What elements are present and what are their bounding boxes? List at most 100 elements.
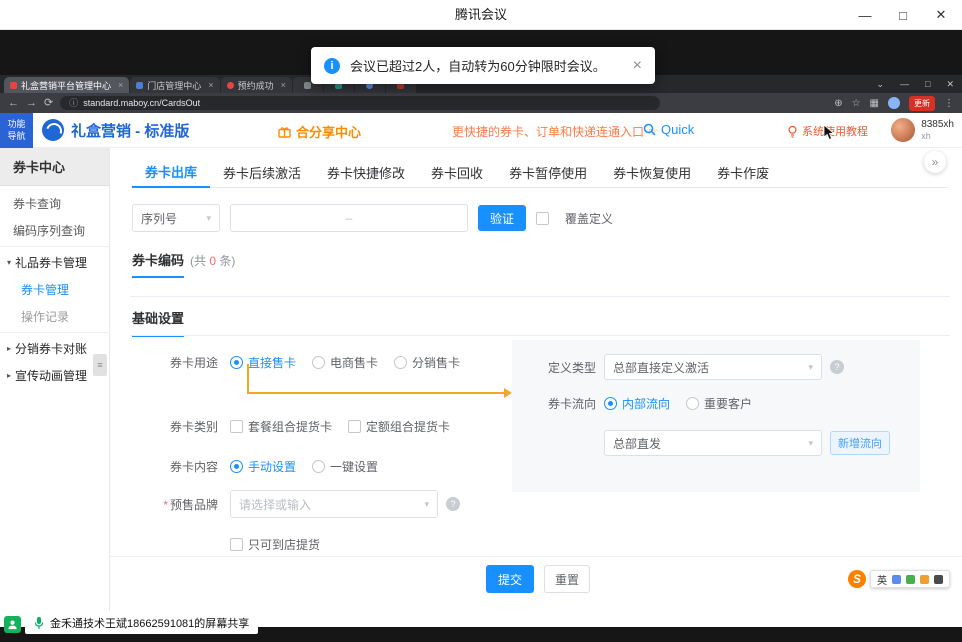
browser-tab-1[interactable]: 礼盒营销平台管理中心 × [4,77,129,93]
flow-select[interactable]: 总部直发 ▾ [604,430,822,456]
tab-card-recycle[interactable]: 券卡回收 [418,156,496,188]
info-icon[interactable]: ? [830,360,844,374]
quick-search[interactable]: Quick [643,122,694,137]
divider [130,296,950,297]
browser-maximize-icon[interactable]: □ [917,79,938,89]
ime-logo-icon[interactable]: S [848,570,866,588]
user-menu[interactable]: 8385xh xh [891,118,954,142]
radio-icon[interactable] [394,356,407,369]
checkbox-icon[interactable] [230,420,243,433]
tab-close-icon[interactable]: × [281,80,286,90]
pickup-only-option[interactable]: 只可到店提货 [230,536,320,553]
browser-profile-avatar[interactable] [888,97,900,109]
content-option-onekey[interactable]: 一键设置 [312,458,378,475]
basic-settings-title[interactable]: 基础设置 [132,308,184,337]
share-indicator[interactable]: 金禾通技术王斌18662591081的屏幕共享 [25,611,258,634]
ime-tool-icon[interactable] [934,575,943,584]
usage-option-direct[interactable]: 直接售卡 [230,354,296,371]
function-nav-toggle[interactable]: 功能 导航 [0,113,33,148]
bookmark-star-icon[interactable]: ☆ [852,98,861,109]
url-field[interactable]: ⓘ standard.maboy.cn/CardsOut [60,96,660,110]
ime-tool-icon[interactable] [906,575,915,584]
browser-tab-2[interactable]: 门店管理中心 × [130,77,219,93]
sidebar-item-card-query[interactable]: 券卡查询 [0,190,109,217]
tab-card-out[interactable]: 券卡出库 [132,156,210,188]
checkbox-icon[interactable] [348,420,361,433]
tab-card-activate[interactable]: 券卡后续激活 [210,156,314,188]
radio-on-icon[interactable] [604,397,617,410]
main-content: » 券卡出库 券卡后续激活 券卡快捷修改 券卡回收 券卡暂停使用 券卡恢复使用 … [110,148,962,627]
share-center-link[interactable]: 合分享中心 [278,122,361,141]
usage-option-distribution[interactable]: 分销售卡 [394,354,460,371]
browser-close-icon[interactable]: ✕ [938,79,962,90]
sidebar-item-card-manage[interactable]: 券卡管理 [0,276,109,303]
card-category-label: 券卡类别 [120,418,218,435]
card-usage-label: 券卡用途 [120,354,218,371]
info-icon[interactable]: ? [446,497,460,511]
radio-icon[interactable] [312,460,325,473]
reset-button[interactable]: 重置 [544,565,590,593]
tab-close-icon[interactable]: × [118,80,123,90]
radio-on-icon[interactable] [230,356,243,369]
tab-card-void[interactable]: 券卡作废 [704,156,782,188]
tab-card-pause[interactable]: 券卡暂停使用 [496,156,600,188]
apps-grid-icon[interactable]: ▦ [870,98,879,109]
checkbox-icon[interactable] [230,538,243,551]
minimize-button[interactable]: — [846,0,884,30]
override-checkbox[interactable] [536,212,549,225]
presale-brand-select[interactable]: 请选择或输入 ▾ [230,490,438,518]
verify-button[interactable]: 验证 [478,205,526,231]
radio-icon[interactable] [312,356,325,369]
panel-collapse-button[interactable]: » [924,151,946,173]
submit-button[interactable]: 提交 [486,565,534,593]
tab-favicon [10,82,17,89]
nav-toggle-line1: 功能 [7,119,25,130]
flow-option-internal[interactable]: 内部流向 [604,395,670,412]
zoom-icon[interactable]: ⊕ [834,98,842,109]
browser-addressbar: ← → ⟳ ⓘ standard.maboy.cn/CardsOut ⊕ ☆ ▦… [0,93,962,113]
tab-close-icon[interactable]: × [208,80,213,90]
browser-tab-3[interactable]: 预约成功 × [221,77,292,93]
serial-type-select[interactable]: 序列号 ▾ [132,204,220,232]
sidebar-title: 券卡中心 [0,148,109,186]
category-option-combo[interactable]: 套餐组合提货卡 [230,418,332,435]
usage-option-ecommerce[interactable]: 电商售卡 [312,354,378,371]
add-flow-button[interactable]: 新增流向 [830,431,890,455]
update-badge[interactable]: 更新 [909,96,935,111]
back-icon[interactable]: ← [8,98,19,109]
radio-on-icon[interactable] [230,460,243,473]
promo-link[interactable]: 更快捷的券卡、订单和快递连通入口 ☞ [452,123,659,140]
sidebar-item-code-query[interactable]: 编码序列查询 [0,217,109,244]
define-type-select[interactable]: 总部直接定义激活 ▾ [604,354,822,380]
sidebar-group-label: 宣传动画管理 [15,367,87,384]
ime-mode-toggle[interactable]: 英 [877,572,887,587]
browser-minimize-icon[interactable]: — [892,79,917,89]
category-option-fixed[interactable]: 定额组合提货卡 [348,418,450,435]
tabstrip-controls: ⌄ — □ ✕ [868,75,962,93]
site-info-icon[interactable]: ⓘ [69,99,78,108]
sidebar-collapse-handle[interactable]: ≡ [93,354,107,376]
card-codes-header: 券卡编码 (共 0 条) [132,250,235,278]
flow-option-vip[interactable]: 重要客户 [686,395,752,412]
browser-menu-icon[interactable]: ⋮ [944,98,954,109]
close-button[interactable]: ✕ [922,0,960,30]
serial-range-input[interactable] [230,204,468,232]
tab-card-resume[interactable]: 券卡恢复使用 [600,156,704,188]
ime-tool-icon[interactable] [892,575,901,584]
flow-connector-arrow-icon [504,388,512,398]
content-option-manual[interactable]: 手动设置 [230,458,296,475]
meeting-titlebar: 腾讯会议 — □ ✕ [0,0,962,30]
toast-message: 会议已超过2人，自动转为60分钟限时会议。 [350,56,606,75]
tab-search-icon[interactable]: ⌄ [868,79,892,90]
refresh-icon[interactable]: ⟳ [44,98,53,109]
meeting-app-icon[interactable] [4,616,21,633]
chevron-down-icon: ▾ [808,438,813,449]
forward-icon[interactable]: → [26,98,37,109]
maximize-button[interactable]: □ [884,0,922,30]
radio-icon[interactable] [686,397,699,410]
toast-close-icon[interactable]: × [633,58,642,74]
ime-tool-icon[interactable] [920,575,929,584]
sidebar-item-op-log[interactable]: 操作记录 [0,303,109,330]
sidebar-group-gift-cards[interactable]: ▾ 礼品券卡管理 [0,249,109,276]
tab-card-quick-edit[interactable]: 券卡快捷修改 [314,156,418,188]
